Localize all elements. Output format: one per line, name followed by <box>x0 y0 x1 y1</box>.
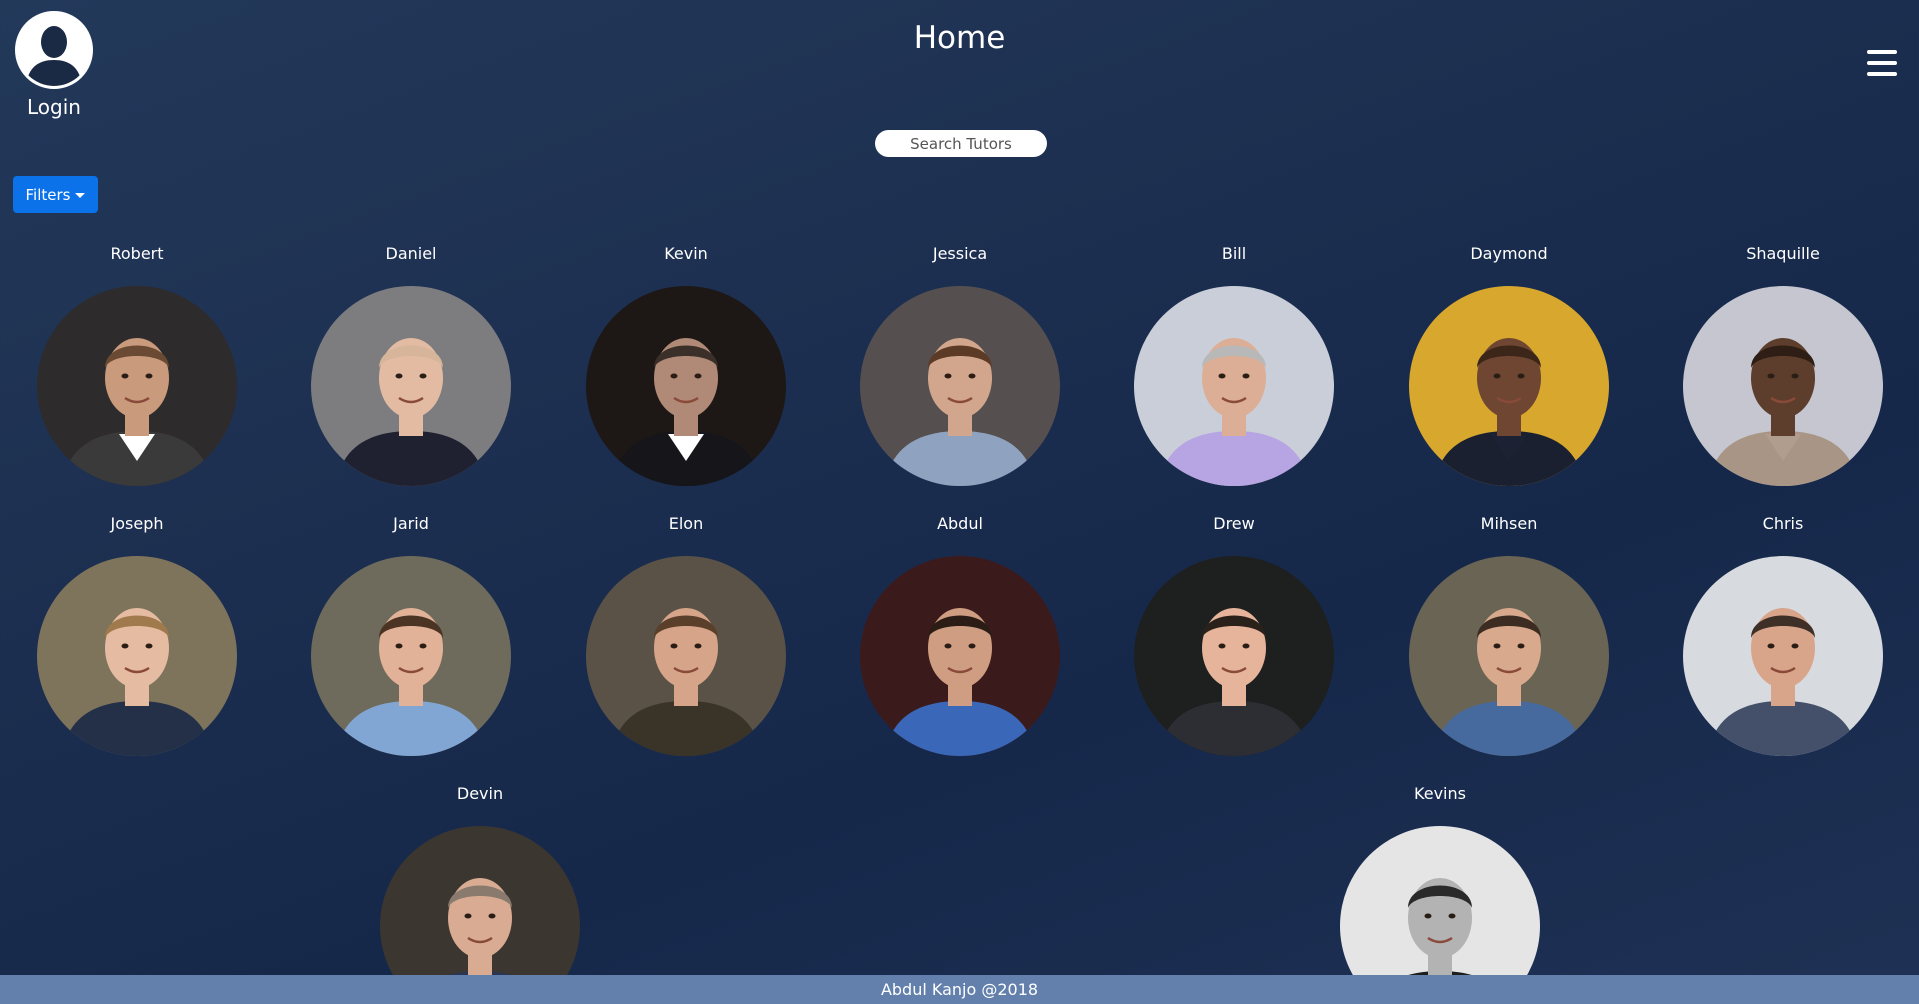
tutor-card[interactable]: Joseph <box>27 514 247 756</box>
tutor-name: Bill <box>1221 244 1247 263</box>
tutor-name: Daniel <box>385 244 437 263</box>
tutor-name: Chris <box>1762 514 1804 533</box>
tutor-card[interactable]: Kevin <box>576 244 796 486</box>
tutor-card[interactable]: Devin <box>370 784 590 1004</box>
tutor-photo[interactable] <box>1134 286 1334 486</box>
tutor-photo[interactable] <box>311 556 511 756</box>
tutor-card[interactable]: Jessica <box>850 244 1070 486</box>
tutor-photo[interactable] <box>1683 286 1883 486</box>
tutor-card[interactable]: Robert <box>27 244 247 486</box>
tutor-name: Robert <box>110 244 164 263</box>
tutor-card[interactable]: Drew <box>1124 514 1344 756</box>
tutor-card[interactable]: Daniel <box>301 244 521 486</box>
footer: Abdul Kanjo @2018 <box>0 975 1919 1004</box>
tutor-card[interactable]: Shaquille <box>1673 244 1893 486</box>
tutor-name: Jarid <box>393 514 429 533</box>
tutor-card[interactable]: Abdul <box>850 514 1070 756</box>
tutor-name: Drew <box>1213 514 1255 533</box>
tutor-photo[interactable] <box>37 286 237 486</box>
tutor-name: Mihsen <box>1480 514 1538 533</box>
tutor-photo[interactable] <box>1683 556 1883 756</box>
tutor-name: Elon <box>668 514 704 533</box>
tutor-photo[interactable] <box>1134 556 1334 756</box>
tutor-name: Kevins <box>1414 784 1466 803</box>
tutor-photo[interactable] <box>586 556 786 756</box>
tutor-grid: Robert Daniel Kevin Jessica Bill Daymond Shaqu… <box>0 0 1919 1004</box>
tutor-name: Devin <box>456 784 504 803</box>
tutor-photo[interactable] <box>37 556 237 756</box>
tutor-photo[interactable] <box>311 286 511 486</box>
tutor-photo[interactable] <box>1409 286 1609 486</box>
footer-text: Abdul Kanjo @2018 <box>880 980 1039 999</box>
tutor-name: Shaquille <box>1746 244 1820 263</box>
tutor-name: Joseph <box>110 514 164 533</box>
tutor-card[interactable]: Elon <box>576 514 796 756</box>
tutor-photo[interactable] <box>586 286 786 486</box>
tutor-card[interactable]: Bill <box>1124 244 1344 486</box>
tutor-name: Abdul <box>937 514 983 533</box>
tutor-photo[interactable] <box>860 286 1060 486</box>
tutor-name: Jessica <box>932 244 988 263</box>
tutor-photo[interactable] <box>1409 556 1609 756</box>
tutor-card[interactable]: Mihsen <box>1399 514 1619 756</box>
tutor-card[interactable]: Jarid <box>301 514 521 756</box>
tutor-card[interactable]: Chris <box>1673 514 1893 756</box>
tutor-photo[interactable] <box>860 556 1060 756</box>
tutor-card[interactable]: Daymond <box>1399 244 1619 486</box>
tutor-name: Daymond <box>1470 244 1548 263</box>
tutor-card[interactable]: Kevins <box>1330 784 1550 1004</box>
tutor-name: Kevin <box>664 244 708 263</box>
